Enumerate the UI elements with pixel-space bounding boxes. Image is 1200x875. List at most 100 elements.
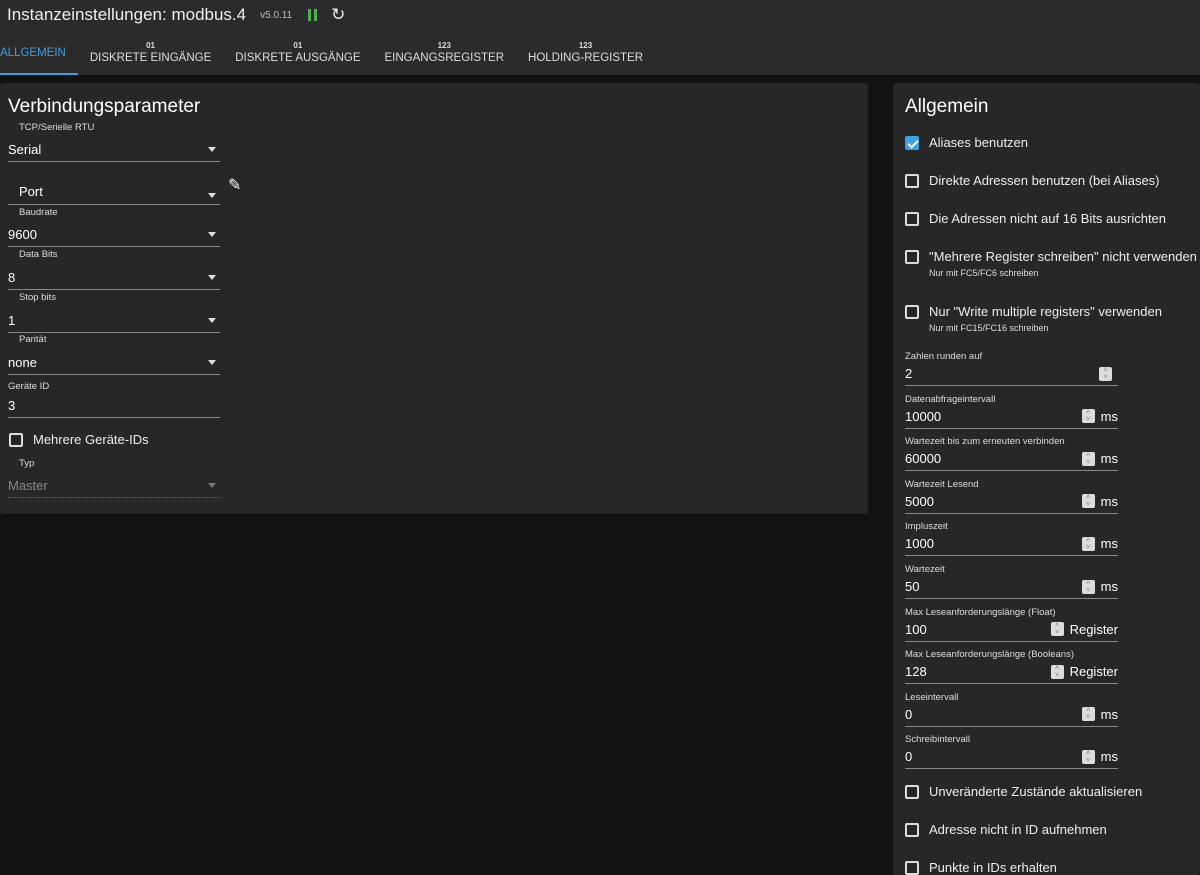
- number-input[interactable]: 10000 ˄ ˅ ms: [905, 405, 1118, 429]
- number-input[interactable]: 5000 ˄ ˅ ms: [905, 490, 1118, 514]
- unit-label: ms: [1100, 451, 1118, 467]
- mode-select: Master: [8, 474, 220, 498]
- field-label: Schreibintervall: [905, 734, 970, 746]
- tab-label: HOLDING-REGISTER: [528, 52, 644, 64]
- tab-bar: ALLGEMEIN 01 DISKRETE EINGÄNGE 01 DISKRETE…: [0, 30, 1200, 75]
- checkbox-only-multi-write[interactable]: Nur "Write multiple registers" verwenden: [905, 304, 1162, 319]
- parity-label: Parität: [19, 334, 47, 345]
- dropdown-arrow-icon: [208, 147, 216, 152]
- spinner-icon[interactable]: ˄ ˅: [1050, 664, 1064, 679]
- checkbox-no-address-in-id[interactable]: Adresse nicht in ID aufnehmen: [905, 822, 1107, 837]
- spinner-icon[interactable]: ˄ ˅: [1081, 749, 1095, 764]
- tab-holding-register[interactable]: 123 HOLDING-REGISTER: [516, 30, 655, 75]
- number-input[interactable]: 0 ˄ ˅ ms: [905, 745, 1118, 770]
- tab-label: ALLGEMEIN: [0, 46, 66, 59]
- unit-label: ms: [1100, 706, 1118, 722]
- field-label: Datenabfrageintervall: [905, 393, 996, 405]
- title-bar: Instanzeinstellungen: modbus.4 v5.0.11 ↻: [0, 0, 1200, 30]
- input-value: 0: [905, 749, 913, 765]
- mode-label: Typ: [19, 458, 35, 469]
- checkbox-label: Direkte Adressen benutzen (bei Aliases): [929, 173, 1160, 188]
- databits-select[interactable]: 8: [8, 266, 220, 290]
- tab-diskrete-eingaenge[interactable]: 01 DISKRETE EINGÄNGE: [78, 30, 223, 75]
- field-label: Max Leseanforderungslänge (Float): [905, 606, 1056, 618]
- section-title: Verbindungsparameter: [8, 96, 201, 117]
- checkbox-icon: [905, 249, 919, 264]
- checkbox-label: Mehrere Geräte-IDs: [33, 432, 149, 447]
- number-input[interactable]: 0 ˄ ˅ ms: [905, 703, 1118, 727]
- select-value: Serial: [8, 142, 42, 157]
- number-input[interactable]: 128 ˄ ˅ Register: [905, 660, 1118, 685]
- number-input[interactable]: 50 ˄ ˅ ms: [905, 575, 1118, 599]
- select-value: 8: [8, 270, 16, 285]
- tab-diskrete-ausgaenge[interactable]: 01 DISKRETE AUSGÄNGE: [223, 30, 372, 75]
- select-value: Port: [19, 184, 43, 199]
- spinner-icon[interactable]: ˄ ˅: [1050, 622, 1064, 637]
- spinner-icon[interactable]: ˄ ˅: [1081, 451, 1095, 466]
- stopbits-select[interactable]: 1: [8, 309, 220, 333]
- number-input[interactable]: 2 ˄ ˅: [905, 362, 1118, 386]
- deviceid-input[interactable]: 3: [8, 394, 220, 418]
- spinner-icon[interactable]: ˄ ˅: [1081, 579, 1095, 594]
- number-input[interactable]: 60000 ˄ ˅ ms: [905, 447, 1118, 472]
- checkbox-icon: [905, 784, 919, 799]
- input-value: 50: [905, 579, 920, 594]
- checkbox-icon: [9, 432, 23, 447]
- checkbox-icon: [905, 173, 919, 188]
- checkbox-label: Punkte in IDs erhalten: [929, 860, 1057, 875]
- checkbox-direct-addresses[interactable]: Direkte Adressen benutzen (bei Aliases): [905, 173, 1160, 188]
- tab-label: DISKRETE EINGÄNGE: [89, 52, 212, 64]
- tab-label: EINGANGSREGISTER: [384, 52, 505, 64]
- port-select[interactable]: Port: [8, 179, 220, 205]
- parity-select[interactable]: none: [8, 351, 220, 375]
- checkbox-no-multi-write[interactable]: "Mehrere Register schreiben" nicht verwe…: [905, 249, 1197, 264]
- checkbox-no-align[interactable]: Die Adressen nicht auf 16 Bits ausrichte…: [905, 211, 1166, 226]
- select-value: 1: [8, 313, 16, 328]
- unit-label: Register: [1069, 621, 1118, 637]
- checkbox-icon: [905, 211, 919, 226]
- number-input[interactable]: 100 ˄ ˅ Register: [905, 618, 1118, 642]
- unit-label: ms: [1100, 749, 1118, 765]
- checkbox-icon: [905, 822, 919, 837]
- input-value: 5000: [905, 493, 934, 509]
- tab-eingangsregister[interactable]: 123 EINGANGSREGISTER: [373, 30, 517, 75]
- dropdown-arrow-icon: [208, 318, 216, 323]
- numeric-icon: 123: [437, 41, 451, 50]
- tab-label: DISKRETE AUSGÄNGE: [235, 52, 361, 64]
- spinner-icon[interactable]: ˄ ˅: [1099, 366, 1112, 381]
- binary-icon: 01: [293, 41, 303, 50]
- checkbox-icon: [905, 860, 919, 875]
- dropdown-arrow-icon: [208, 232, 216, 237]
- multi-ids-checkbox[interactable]: Mehrere Geräte-IDs: [9, 432, 149, 447]
- spinner-icon[interactable]: ˄ ˅: [1081, 409, 1095, 424]
- select-value: Master: [8, 478, 48, 493]
- spinner-icon[interactable]: ˄ ˅: [1081, 494, 1095, 509]
- unit-label: ms: [1100, 536, 1118, 552]
- unit-label: Register: [1069, 664, 1118, 680]
- type-select[interactable]: Serial: [8, 138, 220, 162]
- edit-pencil-icon[interactable]: ✎: [228, 175, 241, 195]
- binary-icon: 01: [146, 41, 155, 50]
- checkbox-aliases[interactable]: Aliases benutzen: [905, 135, 1028, 150]
- field-label: Zahlen runden auf: [905, 351, 983, 362]
- select-value: 9600: [8, 227, 37, 242]
- dropdown-arrow-icon: [208, 193, 216, 198]
- number-input[interactable]: 1000 ˄ ˅ ms: [905, 532, 1118, 557]
- connection-panel: Verbindungsparameter TCP/Serielle RTU Se…: [0, 83, 868, 514]
- baudrate-select[interactable]: 9600: [8, 223, 220, 247]
- dropdown-arrow-icon: [208, 483, 216, 488]
- reload-icon[interactable]: ↻: [331, 5, 345, 25]
- tab-allgemein[interactable]: ALLGEMEIN: [0, 30, 78, 75]
- checkbox-label: Die Adressen nicht auf 16 Bits ausrichte…: [929, 211, 1167, 226]
- checkbox-hint: Nur mit FC15/FC16 schreiben: [929, 323, 1049, 333]
- dropdown-arrow-icon: [208, 275, 216, 280]
- spinner-icon[interactable]: ˄ ˅: [1081, 536, 1095, 551]
- input-value: 100: [905, 621, 927, 637]
- checkbox-keep-dots[interactable]: Punkte in IDs erhalten: [905, 860, 1057, 875]
- unit-label: ms: [1100, 493, 1118, 509]
- version-label: v5.0.11: [260, 9, 293, 21]
- spinner-icon[interactable]: ˄ ˅: [1081, 707, 1095, 722]
- checkbox-label: Nur "Write multiple registers" verwenden: [929, 304, 1162, 319]
- checkbox-update-unchanged[interactable]: Unveränderte Zustände aktualisieren: [905, 784, 1142, 799]
- pause-icon[interactable]: [308, 9, 318, 21]
